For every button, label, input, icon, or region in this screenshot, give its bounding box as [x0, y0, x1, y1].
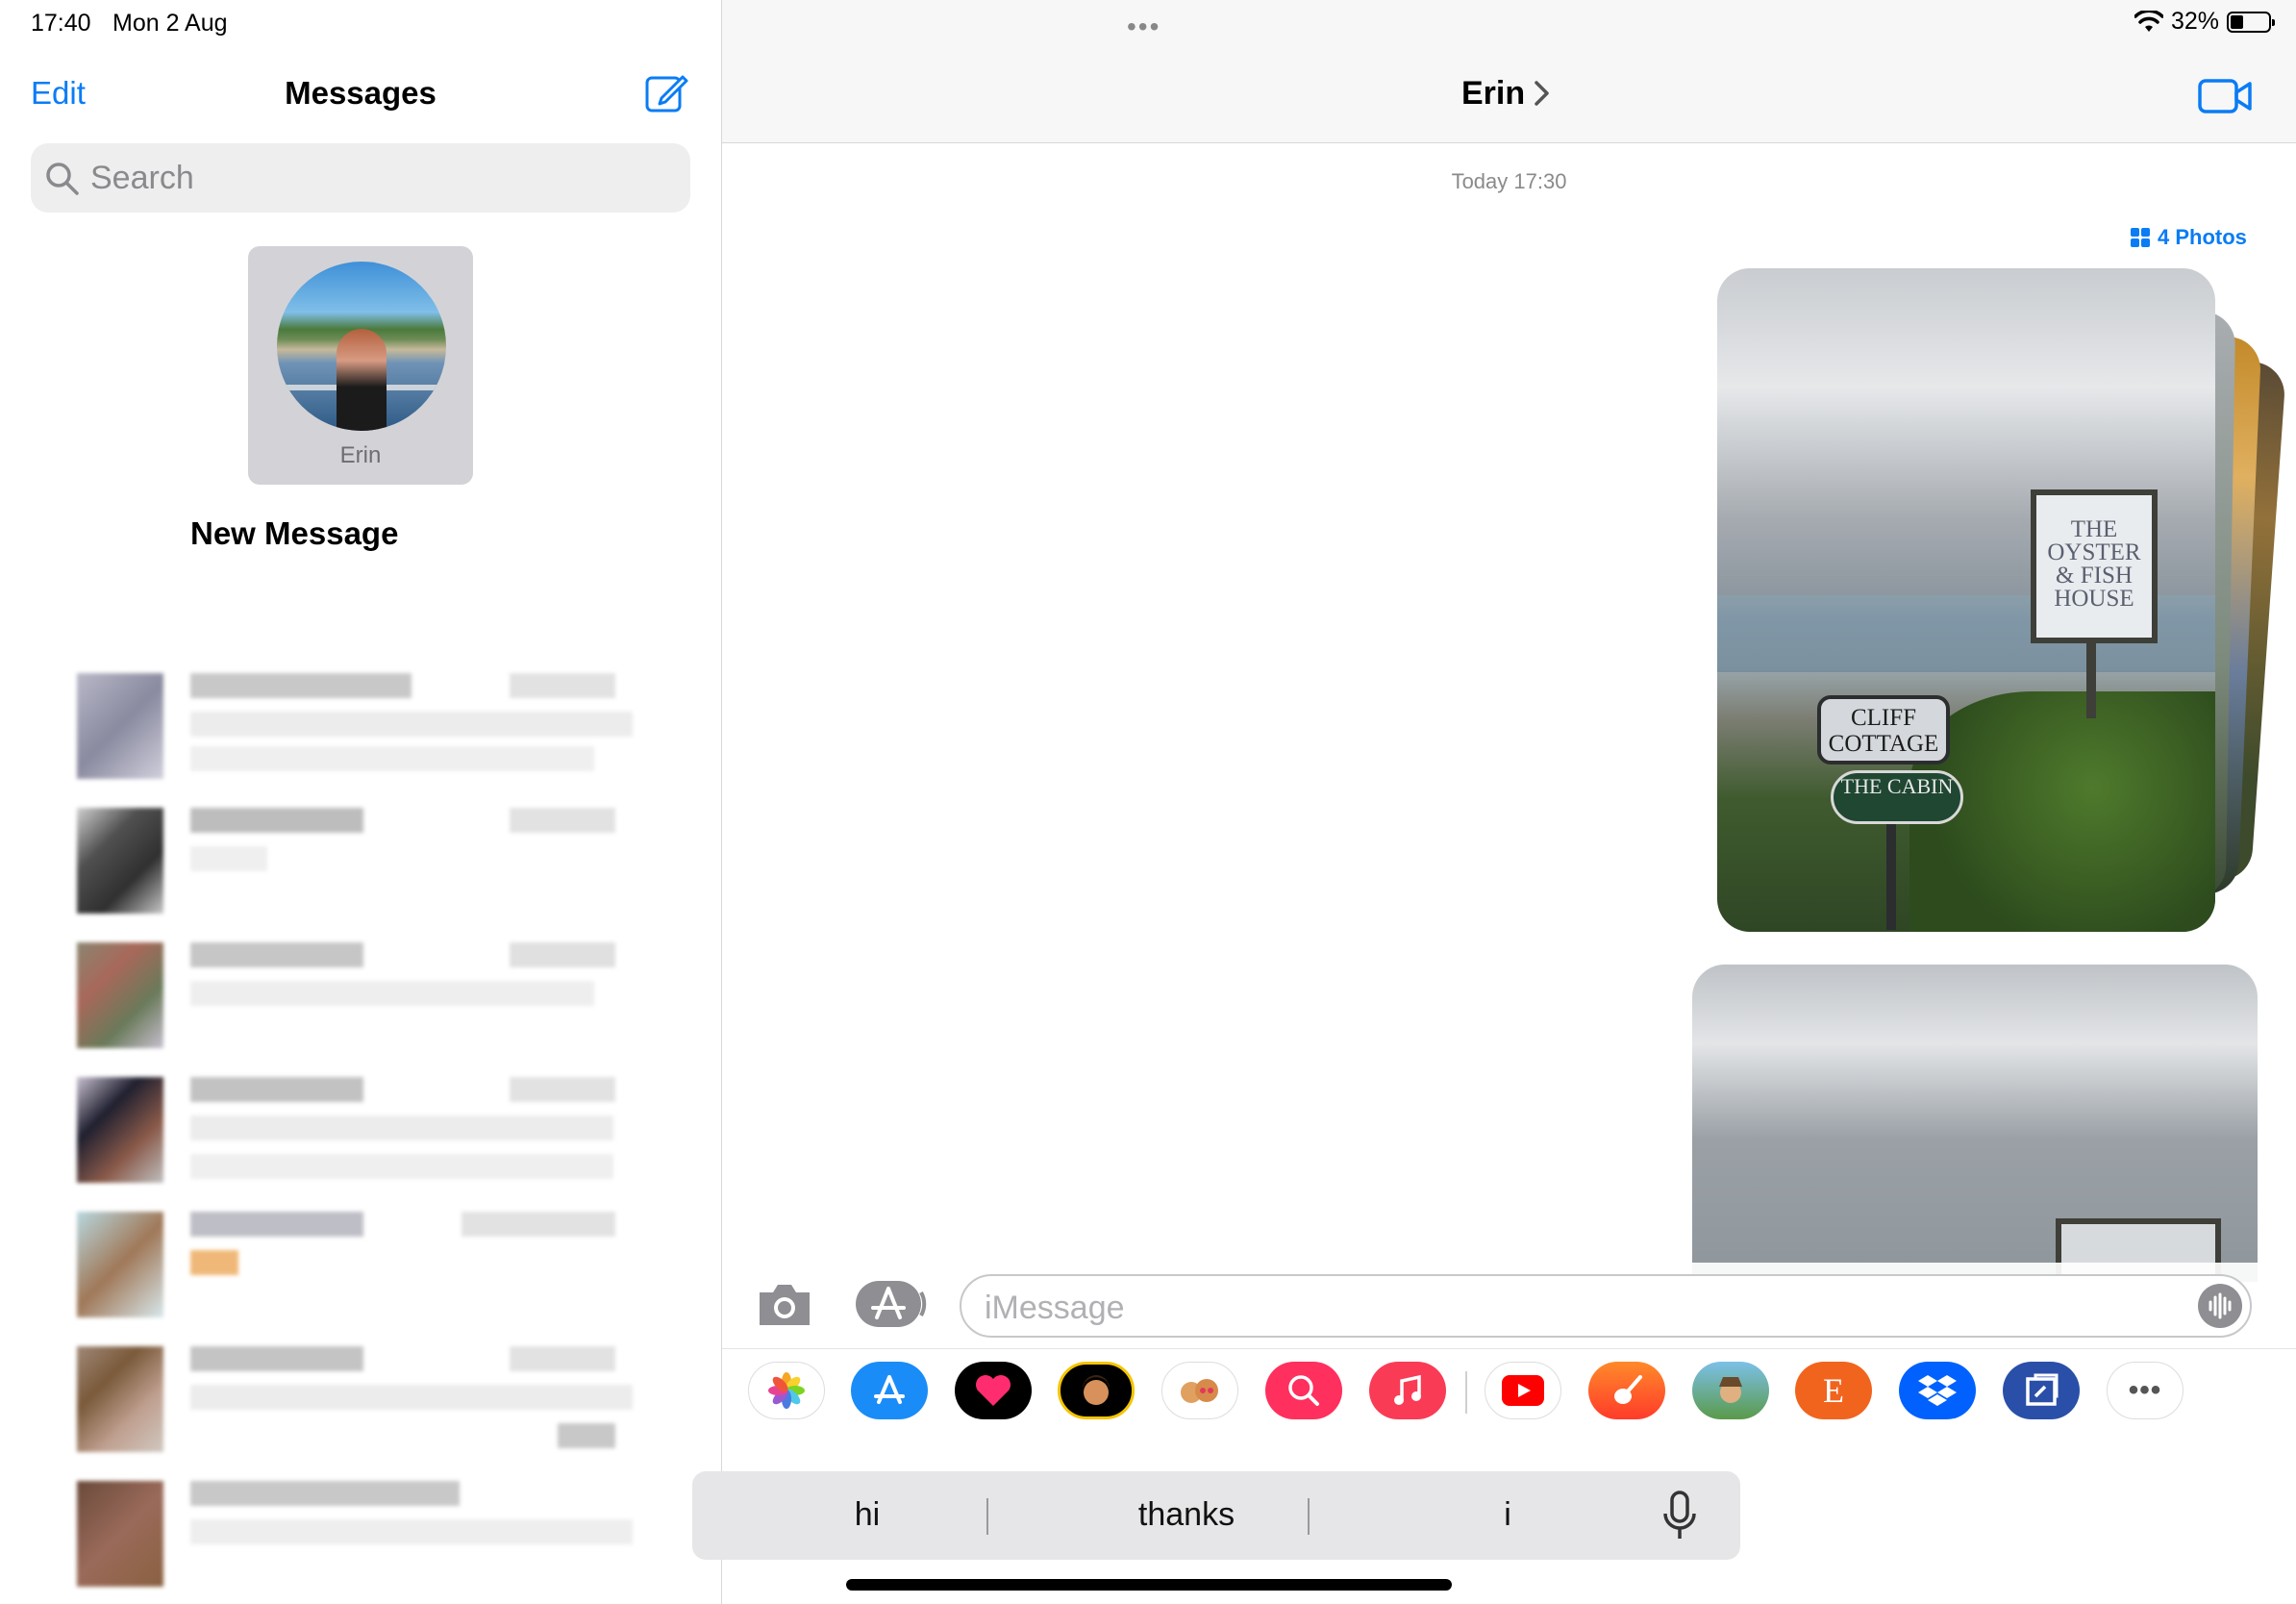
dropbox-app-icon[interactable] — [1899, 1362, 1976, 1419]
imessage-input[interactable]: iMessage — [960, 1274, 2252, 1338]
grid-icon — [2131, 228, 2150, 247]
photo-message-image[interactable] — [1692, 965, 2258, 1282]
photos-app-icon[interactable] — [748, 1362, 825, 1419]
search-icon — [46, 163, 79, 195]
pinned-name: Erin — [339, 442, 382, 468]
page-title: Messages — [285, 75, 437, 111]
app-store-app-icon[interactable] — [851, 1362, 928, 1419]
list-item[interactable] — [48, 654, 702, 789]
conversation-list-sidebar: Edit Messages Search Erin New Message — [0, 0, 722, 1604]
suggestion-1[interactable]: hi — [752, 1496, 983, 1534]
screen-time-app-icon[interactable] — [2003, 1362, 2080, 1419]
suggestion-2[interactable]: thanks — [1071, 1496, 1302, 1534]
suggestion-divider — [1308, 1498, 1310, 1535]
battery-icon — [2227, 11, 2275, 33]
new-message-label[interactable]: New Message — [190, 515, 398, 552]
message-timestamp: Today 17:30 — [1451, 169, 1567, 193]
digital-touch-app-icon[interactable] — [955, 1362, 1032, 1419]
app-store-apps-icon[interactable] — [854, 1279, 927, 1329]
chevron-right-icon[interactable] — [1531, 77, 1554, 110]
suggestion-divider — [986, 1498, 988, 1535]
battery-percentage: 32% — [2170, 8, 2219, 35]
multitasking-dots-icon[interactable]: ••• — [1127, 12, 1160, 42]
photos-link[interactable]: 4 Photos — [2131, 225, 2247, 250]
list-item[interactable] — [48, 1327, 702, 1462]
game-app-icon[interactable] — [1692, 1362, 1769, 1419]
music-app-icon[interactable] — [1369, 1362, 1446, 1419]
youtube-app-icon[interactable] — [1485, 1362, 1561, 1419]
etsy-app-icon[interactable]: E — [1795, 1362, 1872, 1419]
images-search-app-icon[interactable] — [1265, 1362, 1342, 1419]
quicktype-suggestions: hi thanks i — [692, 1471, 1740, 1560]
photos-link-label: 4 Photos — [2158, 225, 2247, 249]
facetime-video-icon[interactable] — [2198, 77, 2252, 115]
more-apps-icon[interactable]: ••• — [2107, 1362, 2184, 1419]
sign-cliff-cottage: CLIFF COTTAGE — [1817, 695, 1950, 764]
suggestion-3[interactable]: i — [1392, 1496, 1623, 1534]
compose-icon[interactable] — [644, 71, 688, 115]
avatar — [277, 262, 446, 431]
sign-the-cabin: THE CABIN — [1831, 770, 1963, 824]
camera-icon[interactable] — [756, 1279, 813, 1329]
memoji-stickers-app-icon[interactable] — [1161, 1362, 1238, 1419]
contact-name[interactable]: Erin — [1461, 75, 1525, 113]
home-indicator[interactable] — [846, 1579, 1452, 1591]
status-time: 17:40 — [31, 10, 91, 37]
garageband-app-icon[interactable] — [1588, 1362, 1665, 1419]
photo-stack-top-image[interactable]: THE OYSTER & FISH HOUSE CLIFF COTTAGE TH… — [1717, 268, 2215, 932]
memoji-app-icon[interactable] — [1058, 1362, 1135, 1419]
conversation-header — [722, 0, 2296, 143]
search-placeholder: Search — [90, 160, 194, 196]
list-item[interactable] — [48, 923, 702, 1058]
microphone-icon[interactable] — [1658, 1489, 1702, 1544]
imessage-placeholder: iMessage — [985, 1290, 1125, 1326]
status-date: Mon 2 Aug — [112, 10, 228, 37]
sign-oyster-fish-house: THE OYSTER & FISH HOUSE — [2031, 489, 2158, 643]
drawer-divider — [1465, 1371, 1467, 1414]
pinned-conversation-erin[interactable]: Erin — [248, 246, 473, 485]
search-field[interactable]: Search — [31, 143, 690, 213]
audio-message-icon[interactable] — [2198, 1284, 2242, 1328]
list-item[interactable] — [48, 1192, 702, 1327]
obscured-conversation-list — [48, 635, 702, 1604]
list-item[interactable] — [48, 789, 702, 923]
wifi-icon — [2134, 10, 2163, 32]
list-item[interactable] — [48, 1058, 702, 1192]
list-item[interactable] — [48, 1462, 702, 1596]
status-indicators: 32% — [2134, 8, 2275, 36]
